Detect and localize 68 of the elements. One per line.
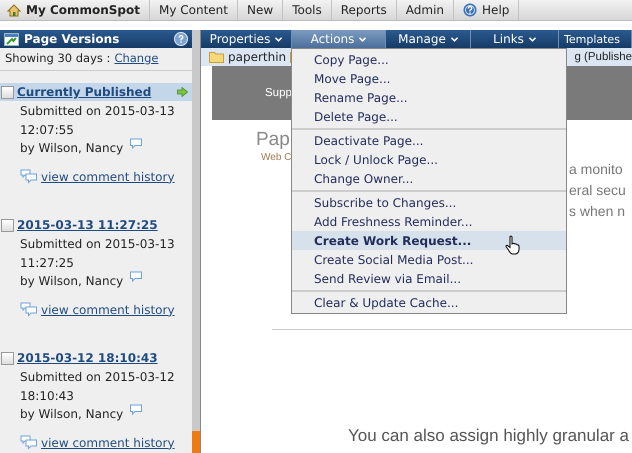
menu-item[interactable]: Move Page... bbox=[292, 69, 566, 88]
version-row[interactable]: Currently Published bbox=[0, 83, 192, 101]
caret-icon bbox=[450, 36, 458, 42]
top-menu-item[interactable]: My Content bbox=[150, 0, 238, 20]
menu-tab[interactable]: Links bbox=[471, 30, 559, 48]
banner-text: Supp bbox=[265, 87, 292, 99]
author-text: by Wilson, Nancy bbox=[20, 273, 124, 290]
comment-history-link[interactable]: view comment history bbox=[41, 434, 175, 452]
checkbox[interactable] bbox=[1, 352, 14, 364]
versions-icon bbox=[4, 32, 19, 46]
date-range-label: Showing 30 days : bbox=[5, 51, 110, 67]
caret-icon bbox=[359, 36, 366, 42]
checkbox[interactable] bbox=[1, 218, 14, 232]
version-title-link[interactable]: 2015-03-13 11:27:25 bbox=[17, 218, 192, 232]
version-title-link[interactable]: 2015-03-12 18:10:43 bbox=[17, 351, 192, 365]
caret-icon bbox=[528, 36, 536, 42]
scrollbar-thumb[interactable] bbox=[192, 431, 200, 453]
menu-item[interactable]: Send Review via Email... bbox=[292, 269, 566, 288]
menu-item[interactable]: Clear & Update Cache... bbox=[292, 293, 566, 312]
menu-item[interactable]: Lock / Unlock Page... bbox=[292, 150, 566, 169]
body-text: s when n bbox=[569, 202, 626, 221]
comment-icon[interactable] bbox=[129, 138, 144, 150]
folder-icon bbox=[209, 51, 224, 63]
change-link[interactable]: Change bbox=[114, 51, 158, 67]
version-row[interactable]: 2015-03-12 18:10:43 bbox=[0, 349, 192, 367]
checkbox[interactable] bbox=[1, 86, 14, 98]
home-icon bbox=[7, 4, 21, 16]
breadcrumb-page[interactable]: g (Publishe bbox=[574, 51, 632, 63]
body-text: a monito bbox=[569, 160, 624, 179]
comment-history-link[interactable]: view comment history bbox=[41, 168, 175, 186]
panel-title: Page Versions bbox=[24, 32, 120, 46]
comment-icon[interactable] bbox=[129, 404, 144, 416]
menu-tab[interactable]: Actions bbox=[292, 30, 386, 48]
body-text: You can also assign highly granular a bbox=[348, 426, 630, 446]
author-text: by Wilson, Nancy bbox=[20, 406, 124, 423]
menu-tab[interactable]: Manage bbox=[386, 30, 471, 48]
help-icon bbox=[463, 3, 478, 17]
top-menu-item[interactable]: New bbox=[238, 0, 284, 20]
comment-history-link[interactable]: view comment history bbox=[41, 300, 175, 319]
menu-item[interactable]: Delete Page... bbox=[292, 107, 566, 126]
caret-icon bbox=[275, 36, 282, 42]
my-commonspot-menu[interactable]: My CommonSpot bbox=[0, 0, 150, 20]
help-icon[interactable] bbox=[174, 32, 188, 46]
version-title-link[interactable]: Currently Published bbox=[17, 85, 174, 99]
menu-item[interactable]: Add Freshness Reminder... bbox=[292, 212, 566, 231]
top-menu-item[interactable]: Tools bbox=[283, 0, 332, 20]
menu-item[interactable]: Change Owner... bbox=[292, 169, 566, 188]
help-menu[interactable]: Help bbox=[454, 0, 520, 20]
comments-icon bbox=[20, 302, 38, 318]
comments-icon bbox=[20, 169, 38, 184]
top-menu-item[interactable]: Admin bbox=[396, 0, 454, 20]
comment-icon[interactable] bbox=[129, 271, 144, 284]
author-text: by Wilson, Nancy bbox=[20, 140, 124, 157]
top-menu-item[interactable]: Reports bbox=[332, 0, 397, 20]
menu-item[interactable]: Create Social Media Post... bbox=[292, 250, 566, 269]
body-text: eral secu bbox=[569, 181, 627, 200]
menu-item[interactable]: Subscribe to Changes... bbox=[292, 193, 566, 212]
version-row[interactable]: 2015-03-13 11:27:25 bbox=[0, 216, 192, 234]
menu-tab[interactable]: Properties bbox=[201, 30, 292, 48]
menu-tab[interactable]: Templates bbox=[559, 30, 632, 48]
page-subheading: Web C bbox=[261, 152, 292, 163]
comments-icon bbox=[20, 435, 38, 450]
menu-item[interactable]: Deactivate Page... bbox=[292, 131, 566, 150]
breadcrumb-folder[interactable]: paperthin bbox=[228, 50, 286, 64]
menu-item[interactable]: Rename Page... bbox=[292, 88, 566, 107]
page-heading: Pap bbox=[256, 128, 290, 152]
hand-cursor-icon bbox=[505, 235, 521, 255]
arrow-right-icon bbox=[177, 87, 188, 97]
